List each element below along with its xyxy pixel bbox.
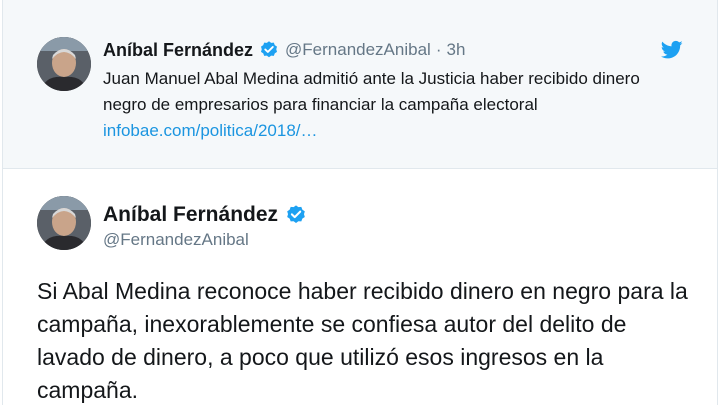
avatar[interactable]	[37, 196, 91, 250]
author-name[interactable]: Aníbal Fernández	[103, 40, 253, 61]
avatar-image	[37, 37, 91, 91]
main-tweet-text: Si Abal Medina reconoce haber recibido d…	[37, 278, 688, 403]
quoted-tweet[interactable]: Aníbal Fernández @FernandezAnibal · 3h J…	[3, 0, 717, 169]
separator-dot: ·	[435, 40, 442, 59]
verified-badge-icon	[259, 40, 279, 60]
twitter-bird-icon[interactable]	[660, 40, 683, 60]
tweet-timestamp[interactable]: 3h	[447, 40, 466, 60]
avatar-image	[37, 196, 91, 250]
quoted-tweet-header: Aníbal Fernández @FernandezAnibal · 3h	[103, 38, 465, 62]
quoted-tweet-text: Juan Manuel Abal Medina admitió ante la …	[103, 69, 640, 114]
author-handle[interactable]: @FernandezAnibal	[103, 230, 249, 250]
tweet-embed: Aníbal Fernández @FernandezAnibal · 3h J…	[2, 0, 718, 405]
author-name[interactable]: Aníbal Fernández	[103, 203, 278, 227]
avatar[interactable]	[37, 37, 91, 91]
article-link[interactable]: infobae.com/politica/2018/…	[103, 118, 318, 144]
verified-badge-icon	[285, 204, 307, 226]
main-tweet-header: Aníbal Fernández	[103, 201, 307, 229]
author-handle[interactable]: @FernandezAnibal	[285, 40, 431, 60]
